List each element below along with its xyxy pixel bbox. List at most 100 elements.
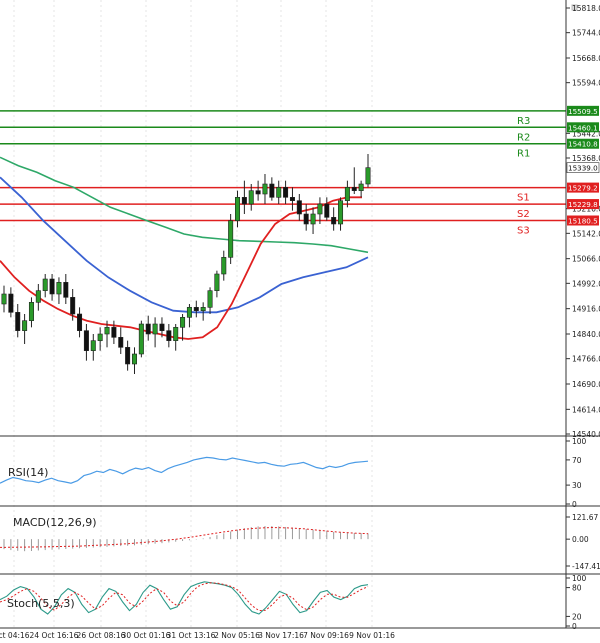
time-tick-label: 31 Oct 13:16 xyxy=(167,631,216,640)
candle-body xyxy=(248,190,254,205)
candle-body xyxy=(186,307,192,318)
rsi-label: RSI(14) xyxy=(8,466,48,479)
candle-body xyxy=(214,273,220,291)
price-tick-label: 15066.0 xyxy=(572,255,600,264)
candle-body xyxy=(351,187,357,191)
candle-body xyxy=(228,220,234,258)
candle-body xyxy=(49,278,55,295)
candle-body xyxy=(358,183,364,191)
candle-body xyxy=(317,203,323,215)
price-tick-label: 14916.0 xyxy=(572,305,600,314)
time-tick-label: ct 04:16 xyxy=(0,631,30,640)
candle-body xyxy=(241,197,247,205)
last-price-label: 15339.0 xyxy=(568,164,598,173)
time-tick-label: 24 Oct 16:16 xyxy=(30,631,79,640)
candle-body xyxy=(42,278,48,291)
time-tick-label: 7 Nov 09:16 xyxy=(303,631,349,640)
candle xyxy=(228,214,234,264)
time-tick-label: 3 Nov 17:16 xyxy=(258,631,304,640)
candle-body xyxy=(131,353,137,365)
level-name-s3: S3 xyxy=(517,226,530,237)
price-tick-label: 15818.0 xyxy=(572,4,600,13)
candle-body xyxy=(35,290,41,303)
candle-body xyxy=(173,327,179,341)
level-name-s1: S1 xyxy=(517,193,530,204)
time-tick-label: 9 Nov 01:16 xyxy=(349,631,395,640)
time-tick-labels: ct 04:16 24 Oct 16:1626 Oct 08:1630 Oct 0… xyxy=(0,631,395,640)
price-tick-label: 14992.0 xyxy=(572,279,600,288)
candle-body xyxy=(22,320,28,331)
indicator-tick-label: 0.00 xyxy=(572,535,589,544)
candle-body xyxy=(104,327,110,335)
candle-body xyxy=(56,282,62,295)
candle-body xyxy=(28,302,34,321)
level-price-label: 15460.1 xyxy=(568,123,598,132)
time-tick-label: 26 Oct 08:16 xyxy=(77,631,126,640)
price-tick-label: 14766.0 xyxy=(572,355,600,364)
level-price-label: 15410.8 xyxy=(568,140,598,149)
level-price-label: 15229.8 xyxy=(568,200,598,209)
candle-body xyxy=(180,317,186,328)
candle-body xyxy=(8,293,14,313)
candle-body xyxy=(152,323,158,335)
level-name-s2: S2 xyxy=(517,209,530,220)
indicator-tick-label: 0 xyxy=(572,622,577,631)
price-tick-label: 15368.0 xyxy=(572,154,600,163)
indicator-tick-label: 0 xyxy=(572,500,577,509)
candle-body xyxy=(200,307,206,311)
candle-body xyxy=(125,347,131,365)
candle-body xyxy=(77,313,83,331)
candle-body xyxy=(1,293,7,305)
candle-body xyxy=(365,167,371,185)
level-price-label: 15279.2 xyxy=(568,184,598,193)
candle-body xyxy=(338,200,344,225)
candle-body xyxy=(83,330,89,351)
indicator-tick-label: -147.41 xyxy=(572,562,600,571)
price-tick-label: 15668.0 xyxy=(572,54,600,63)
candle-body xyxy=(283,187,289,198)
candle-body xyxy=(193,307,199,311)
candle-body xyxy=(90,340,96,351)
candle-body xyxy=(138,323,144,355)
price-tick-label: 14840.0 xyxy=(572,330,600,339)
indicator-tick-label: 70 xyxy=(572,456,582,465)
price-tick-label: 15142.0 xyxy=(572,229,600,238)
stoch-label: Stoch(5,5,3) xyxy=(7,597,75,610)
candle-body xyxy=(70,297,76,315)
candle-body xyxy=(97,333,103,341)
indicator-tick-label: 121.67 xyxy=(572,513,598,522)
candle-body xyxy=(118,337,124,348)
candle-body xyxy=(159,323,165,331)
candle-body xyxy=(15,312,21,331)
level-name-r3: R3 xyxy=(517,116,530,127)
macd-label: MACD(12,26,9) xyxy=(13,516,97,529)
candle xyxy=(138,320,144,358)
indicator-tick-label: 80 xyxy=(572,584,582,593)
level-price-label: 15180.5 xyxy=(568,217,598,226)
price-tick-label: 15594.0 xyxy=(572,79,600,88)
candle-body xyxy=(303,213,309,225)
indicator-tick-label: 30 xyxy=(572,481,582,490)
price-tick-label: 14690.0 xyxy=(572,380,600,389)
candle-body xyxy=(145,323,151,335)
level-name-r1: R1 xyxy=(517,149,530,160)
candle-body xyxy=(255,190,261,195)
indicator-tick-label: 100 xyxy=(572,574,587,583)
candle-body xyxy=(324,203,330,218)
candle-body xyxy=(262,183,268,195)
level-price-label: 15509.5 xyxy=(568,107,598,116)
candle-body xyxy=(221,257,227,275)
candle-body xyxy=(289,197,295,201)
chart-canvas: 15818.015744.015668.015594.015442.015368… xyxy=(0,0,600,643)
candle-body xyxy=(276,187,282,198)
candle-body xyxy=(63,282,69,298)
candle-body xyxy=(296,200,302,215)
time-tick-label: 30 Oct 01:16 xyxy=(122,631,171,640)
candle-body xyxy=(310,213,316,225)
time-tick-label: 2 Nov 05:16 xyxy=(214,631,260,640)
indicator-tick-label: 100 xyxy=(572,437,587,446)
candle-body xyxy=(207,290,213,308)
candle-body xyxy=(269,183,275,198)
candle-body xyxy=(111,327,117,338)
price-tick-label: 14614.0 xyxy=(572,405,600,414)
